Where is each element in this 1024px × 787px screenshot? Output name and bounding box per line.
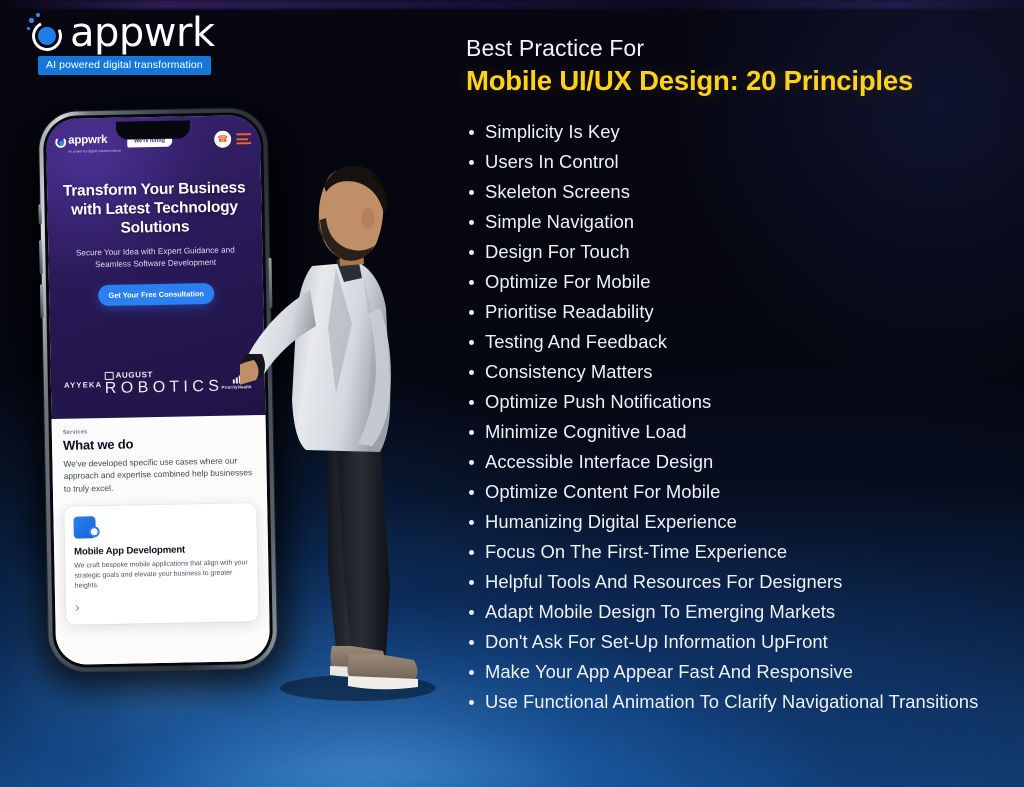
phone-brand-logos: AYYEKA AUGUST R O B O T I C S PriorityHe… bbox=[51, 368, 265, 399]
logo-tagline: AI powered digital transformation bbox=[38, 56, 211, 75]
principles-list: Simplicity Is Key Users In Control Skeleto… bbox=[466, 117, 1014, 717]
list-item: Optimize Push Notifications bbox=[466, 387, 1014, 417]
list-item: Simplicity Is Key bbox=[466, 117, 1014, 147]
list-item: Consistency Matters bbox=[466, 357, 1014, 387]
phone-logo-word: appwrk bbox=[68, 133, 108, 147]
logo-row: appwrk bbox=[26, 10, 256, 56]
logo-wordmark: appwrk bbox=[70, 10, 215, 56]
page-title: Mobile UI/UX Design: 20 Principles bbox=[466, 65, 914, 96]
list-item: Focus On The First-Time Experience bbox=[466, 537, 1014, 567]
list-item: Minimize Cognitive Load bbox=[466, 417, 1014, 447]
list-item: Users In Control bbox=[466, 147, 1014, 177]
list-item: Testing And Feedback bbox=[466, 327, 1014, 357]
list-item: Adapt Mobile Design To Emerging Markets bbox=[466, 597, 1014, 627]
phone-logo-tagline: AI powered digital transformation bbox=[68, 148, 122, 154]
phone-volume-down-button[interactable] bbox=[39, 284, 44, 319]
phone-mute-button[interactable] bbox=[38, 204, 42, 225]
phone-services-body: We've developed specific use cases where… bbox=[63, 455, 253, 494]
phone-call-icon[interactable]: ☎ bbox=[214, 130, 232, 148]
phone-services-section: Services What we do We've developed spec… bbox=[51, 414, 271, 666]
phone-notch bbox=[115, 120, 191, 140]
list-item: Design For Touch bbox=[466, 237, 1014, 267]
brand-logo-ayyeka: AYYEKA bbox=[64, 380, 103, 390]
list-item: Skeleton Screens bbox=[466, 177, 1014, 207]
top-accent-band bbox=[0, 0, 1024, 9]
phone-hero-section: appwrk AI powered digital transformation… bbox=[45, 114, 266, 420]
phone-logo[interactable]: appwrk AI powered digital transformation bbox=[55, 130, 121, 154]
presenter-photo bbox=[216, 148, 450, 708]
list-item: Prioritise Readability bbox=[466, 297, 1014, 327]
phone-screen[interactable]: appwrk AI powered digital transformation… bbox=[45, 114, 271, 666]
phone-bezel: appwrk AI powered digital transformation… bbox=[42, 111, 274, 669]
phone-hero-subheading: Secure Your Idea with Expert Guidance an… bbox=[75, 245, 235, 270]
hamburger-menu-icon[interactable] bbox=[236, 133, 252, 145]
slide-canvas: appwrk AI powered digital transformation bbox=[0, 0, 1024, 787]
appwrk-ring-logo-icon bbox=[26, 13, 66, 55]
list-item: Simple Navigation bbox=[466, 207, 1014, 237]
appwrk-logo[interactable]: appwrk AI powered digital transformation bbox=[26, 10, 256, 75]
phone-service-card[interactable]: Mobile App Development We craft bespoke … bbox=[64, 503, 259, 626]
eyebrow-text: Best Practice For bbox=[466, 35, 645, 61]
list-item: Make Your App Appear Fast And Responsive bbox=[466, 657, 1014, 687]
list-item: Helpful Tools And Resources For Designer… bbox=[466, 567, 1014, 597]
list-item: Optimize For Mobile bbox=[466, 267, 1014, 297]
phone-card-body: We craft bespoke mobile applications tha… bbox=[74, 559, 248, 590]
list-item: Accessible Interface Design bbox=[466, 447, 1014, 477]
mobile-app-development-icon bbox=[73, 516, 100, 539]
phone-cta-button[interactable]: Get Your Free Consultation bbox=[97, 282, 215, 307]
content-panel: Best Practice For Mobile UI/UX Design: 2… bbox=[466, 34, 1014, 717]
phone-card-title: Mobile App Development bbox=[73, 544, 186, 558]
list-item: Optimize Content For Mobile bbox=[466, 477, 1014, 507]
list-item: Use Functional Animation To Clarify Navi… bbox=[466, 687, 1014, 717]
chevron-right-icon[interactable]: › bbox=[75, 598, 249, 615]
phone-logo-ring-icon bbox=[55, 136, 67, 148]
phone-volume-up-button[interactable] bbox=[39, 240, 43, 275]
list-item: Don't Ask For Set-Up Information UpFront bbox=[466, 627, 1014, 657]
phone-services-title: What we do bbox=[62, 436, 134, 453]
brand-logo-august-robotics: AUGUST R O B O T I C S bbox=[104, 370, 220, 398]
phone-hero-heading: Transform Your Business with Latest Tech… bbox=[62, 179, 246, 237]
list-item: Humanizing Digital Experience bbox=[466, 507, 1014, 537]
